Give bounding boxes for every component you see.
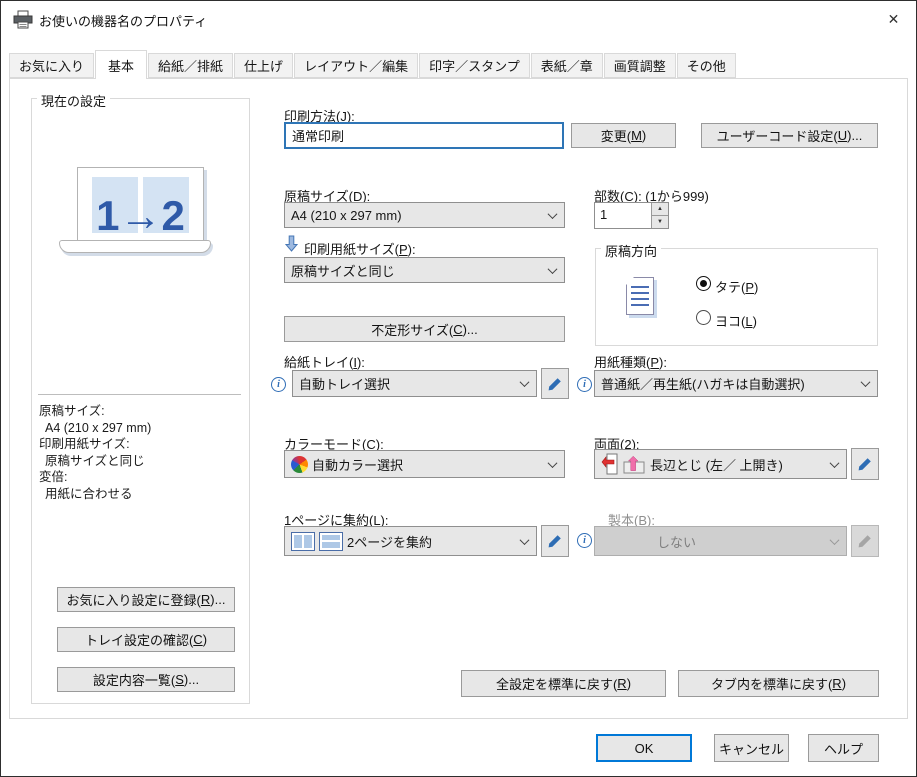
orientation-portrait-label[interactable]: タテ(P)	[715, 277, 758, 296]
summary-label: 変倍:	[39, 469, 241, 486]
preview-paper-curl	[59, 240, 211, 253]
restore-tab-defaults-button[interactable]: タブ内を標準に戻す(R)	[678, 670, 879, 697]
chevron-down-icon	[548, 209, 558, 219]
info-icon[interactable]: i	[577, 377, 592, 392]
combine-edit-button[interactable]	[541, 525, 569, 557]
printer-icon	[12, 10, 34, 29]
chevron-down-icon	[520, 535, 530, 545]
summary-value: A4 (210 x 297 mm)	[39, 420, 241, 437]
printer-properties-dialog: お使いの機器名のプロパティ ✕ お気に入り 基本 給紙／排紙 仕上げ レイアウト…	[0, 0, 917, 777]
summary-value: 用紙に合わせる	[39, 486, 241, 503]
paper-tray-select[interactable]: 自動トレイ選択	[292, 370, 537, 397]
paper-type-select[interactable]: 普通紙／再生紙(ハガキは自動選択)	[594, 370, 878, 397]
combine-select[interactable]: 2ページを集約	[284, 526, 537, 556]
spin-up-icon[interactable]: ▲	[652, 203, 668, 216]
orientation-landscape-radio[interactable]	[696, 310, 711, 325]
tab-paper-feed[interactable]: 給紙／排紙	[148, 53, 233, 78]
change-button[interactable]: 変更(M)	[571, 123, 676, 148]
chevron-down-icon	[830, 535, 840, 545]
print-paper-size-select[interactable]: 原稿サイズと同じ	[284, 257, 565, 283]
chevron-down-icon	[830, 458, 840, 468]
color-wheel-icon	[291, 456, 308, 473]
paper-type-label: 用紙種類(P):	[594, 352, 667, 371]
combine-value: 2ページを集約	[347, 532, 432, 551]
page-fold	[626, 277, 634, 285]
copies-stepper[interactable]: 1 ▲ ▼	[594, 202, 669, 229]
color-mode-value: 自動カラー選択	[312, 455, 403, 474]
original-size-select[interactable]: A4 (210 x 297 mm)	[284, 202, 565, 228]
chevron-down-icon	[548, 264, 558, 274]
summary-label: 印刷用紙サイズ:	[39, 436, 241, 453]
pencil-icon	[857, 456, 873, 472]
duplex-bind-icon	[622, 453, 646, 475]
summary-value: 原稿サイズと同じ	[39, 453, 241, 470]
current-settings-label: 現在の設定	[37, 91, 110, 110]
tab-image-quality[interactable]: 画質調整	[604, 53, 676, 78]
copies-value: 1	[600, 207, 607, 222]
chevron-down-icon	[861, 377, 871, 387]
tab-strip: お気に入り 基本 給紙／排紙 仕上げ レイアウト／編集 印字／スタンプ 表紙／章…	[9, 50, 737, 78]
preview-combine-text: 1→2	[77, 195, 204, 237]
close-icon[interactable]: ✕	[871, 1, 916, 37]
summary-divider	[38, 394, 241, 395]
summary-label: 原稿サイズ:	[39, 403, 241, 420]
ok-button[interactable]: OK	[596, 734, 692, 762]
paper-tray-edit-button[interactable]	[541, 368, 569, 399]
chevron-down-icon	[548, 458, 558, 468]
duplex-flip-icon	[601, 452, 618, 476]
duplex-select[interactable]: 長辺とじ (左／ 上開き)	[594, 449, 847, 479]
pencil-icon	[547, 533, 563, 549]
pencil-icon	[547, 376, 563, 392]
spin-down-icon[interactable]: ▼	[652, 216, 668, 228]
original-size-value: A4 (210 x 297 mm)	[291, 208, 402, 223]
tab-basic[interactable]: 基本	[95, 50, 147, 79]
tab-cover-chapter[interactable]: 表紙／章	[531, 53, 603, 78]
chevron-down-icon	[520, 377, 530, 387]
booklet-edit-button	[851, 525, 879, 557]
two-up-horizontal-icon	[291, 532, 315, 551]
tab-stamp[interactable]: 印字／スタンプ	[419, 53, 530, 78]
title-bar: お使いの機器名のプロパティ ✕	[1, 1, 916, 37]
paper-tray-value: 自動トレイ選択	[299, 374, 390, 393]
print-method-value: 通常印刷	[292, 126, 344, 145]
orientation-group-label: 原稿方向	[601, 241, 661, 260]
duplex-value: 長辺とじ (左／ 上開き)	[650, 455, 783, 474]
custom-size-button[interactable]: 不定形サイズ(C)...	[284, 316, 565, 342]
tab-favorites[interactable]: お気に入り	[9, 53, 94, 78]
print-paper-size-label: 印刷用紙サイズ(P):	[304, 239, 416, 258]
info-icon[interactable]: i	[271, 377, 286, 392]
booklet-select: しない	[594, 526, 847, 556]
portrait-document-icon	[626, 277, 654, 315]
tab-finishing[interactable]: 仕上げ	[234, 53, 293, 78]
settings-list-button[interactable]: 設定内容一覧(S)...	[57, 667, 235, 692]
window-title: お使いの機器名のプロパティ	[39, 11, 207, 30]
color-mode-select[interactable]: 自動カラー選択	[284, 450, 565, 478]
settings-summary: 原稿サイズ: A4 (210 x 297 mm) 印刷用紙サイズ: 原稿サイズと…	[39, 403, 241, 502]
print-method-input[interactable]: 通常印刷	[284, 122, 564, 149]
orientation-landscape-label[interactable]: ヨコ(L)	[715, 311, 757, 330]
orientation-portrait-radio[interactable]	[696, 276, 711, 291]
pencil-icon	[857, 533, 873, 549]
two-up-vertical-icon	[319, 532, 343, 551]
print-paper-size-value: 原稿サイズと同じ	[291, 261, 395, 280]
help-button[interactable]: ヘルプ	[808, 734, 879, 762]
duplex-edit-button[interactable]	[851, 448, 879, 480]
booklet-value: しない	[657, 532, 696, 551]
down-arrow-icon	[285, 235, 298, 252]
register-favorites-button[interactable]: お気に入り設定に登録(R)...	[57, 587, 235, 612]
tab-other[interactable]: その他	[677, 53, 736, 78]
paper-tray-label: 給紙トレイ(I):	[284, 352, 365, 371]
paper-type-value: 普通紙／再生紙(ハガキは自動選択)	[601, 374, 805, 393]
user-code-settings-button[interactable]: ユーザーコード設定(U)...	[701, 123, 878, 148]
check-tray-settings-button[interactable]: トレイ設定の確認(C)	[57, 627, 235, 652]
spin-buttons: ▲ ▼	[651, 203, 668, 228]
page-lines	[631, 286, 649, 309]
restore-all-defaults-button[interactable]: 全設定を標準に戻す(R)	[461, 670, 666, 697]
cancel-button[interactable]: キャンセル	[714, 734, 789, 762]
info-icon[interactable]: i	[577, 533, 592, 548]
tab-layout-edit[interactable]: レイアウト／編集	[294, 53, 418, 78]
